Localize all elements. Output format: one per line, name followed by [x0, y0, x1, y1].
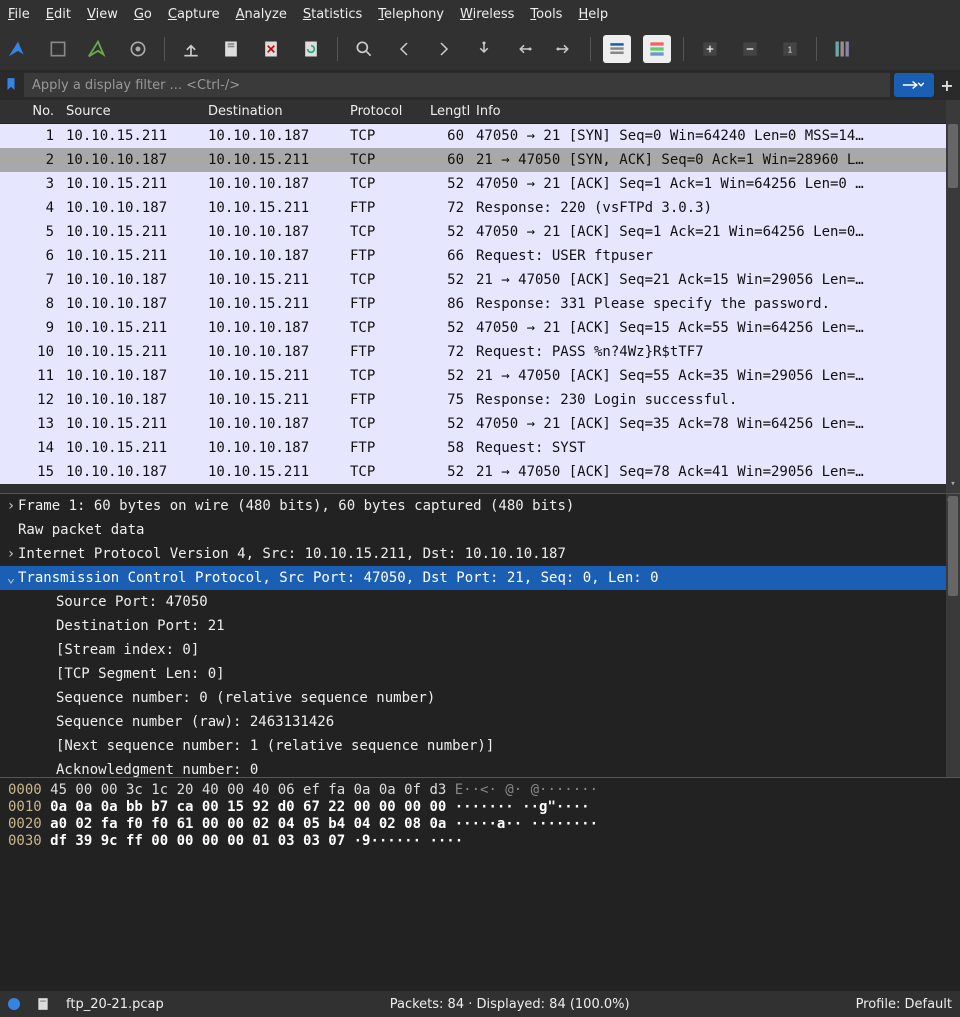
open-file-icon[interactable]	[177, 35, 205, 63]
col-header-info[interactable]: Info	[470, 104, 960, 119]
expert-info-icon[interactable]	[8, 998, 20, 1010]
hex-line: 0020 a0 02 fa f0 f0 61 00 00 02 04 05 b4…	[8, 816, 952, 833]
auto-scroll-icon[interactable]	[603, 35, 631, 63]
tree-item[interactable]: [Next sequence number: 1 (relative seque…	[0, 734, 960, 758]
tree-item[interactable]: Sequence number: 0 (relative sequence nu…	[0, 686, 960, 710]
display-filter-input[interactable]	[24, 73, 890, 97]
tree-item[interactable]: [Stream index: 0]	[0, 638, 960, 662]
packet-bytes[interactable]: 0000 45 00 00 3c 1c 20 40 00 40 06 ef fa…	[0, 777, 960, 991]
packet-list: No. Source Destination Protocol Lengtl I…	[0, 100, 960, 493]
svg-text:1: 1	[788, 45, 793, 54]
menu-telephony[interactable]: Telephony	[378, 7, 444, 22]
packet-row[interactable]: 1210.10.10.18710.10.15.211FTP75Response:…	[0, 388, 960, 412]
hex-line: 0000 45 00 00 3c 1c 20 40 00 40 06 ef fa…	[8, 782, 952, 799]
resize-columns-icon[interactable]	[829, 35, 857, 63]
tree-item[interactable]: ›Internet Protocol Version 4, Src: 10.10…	[0, 542, 960, 566]
packet-row[interactable]: 1010.10.15.21110.10.10.187FTP72Request: …	[0, 340, 960, 364]
packet-row[interactable]: 410.10.10.18710.10.15.211FTP72Response: …	[0, 196, 960, 220]
zoom-out-icon[interactable]	[736, 35, 764, 63]
capture-options-icon[interactable]	[124, 35, 152, 63]
col-header-no[interactable]: No.	[0, 104, 60, 119]
colorize-icon[interactable]	[643, 35, 671, 63]
zoom-in-icon[interactable]	[696, 35, 724, 63]
stop-capture-icon[interactable]	[44, 35, 72, 63]
add-filter-button[interactable]: +	[938, 76, 956, 94]
menu-file[interactable]: File	[8, 7, 30, 22]
tree-item[interactable]: Raw packet data	[0, 518, 960, 542]
expand-toggle-icon[interactable]: ›	[4, 546, 18, 562]
packet-count: Packets: 84 · Displayed: 84 (100.0%)	[390, 997, 630, 1012]
packet-row[interactable]: 1510.10.10.18710.10.15.211TCP5221 → 4705…	[0, 460, 960, 484]
tree-item[interactable]: Sequence number (raw): 2463131426	[0, 710, 960, 734]
expand-toggle-icon[interactable]: ⌄	[4, 570, 18, 586]
menu-edit[interactable]: Edit	[46, 7, 71, 22]
col-header-dest[interactable]: Destination	[202, 104, 344, 119]
details-scrollbar[interactable]: ▾	[946, 494, 960, 777]
packet-row[interactable]: 1110.10.10.18710.10.15.211TCP5221 → 4705…	[0, 364, 960, 388]
packet-row[interactable]: 710.10.10.18710.10.15.211TCP5221 → 47050…	[0, 268, 960, 292]
profile-label[interactable]: Profile: Default	[856, 997, 952, 1012]
menu-statistics[interactable]: Statistics	[303, 7, 362, 22]
last-packet-icon[interactable]	[550, 35, 578, 63]
packet-row[interactable]: 1410.10.15.21110.10.10.187FTP58Request: …	[0, 436, 960, 460]
zoom-reset-icon[interactable]: 1	[776, 35, 804, 63]
menu-analyze[interactable]: Analyze	[236, 7, 287, 22]
menu-wireless[interactable]: Wireless	[460, 7, 514, 22]
go-to-packet-icon[interactable]	[470, 35, 498, 63]
menu-go[interactable]: Go	[134, 7, 152, 22]
bookmark-icon[interactable]	[4, 75, 20, 95]
close-file-icon[interactable]	[257, 35, 285, 63]
packet-list-scrollbar[interactable]: ▾	[946, 100, 960, 493]
save-file-icon[interactable]	[217, 35, 245, 63]
packet-row[interactable]: 910.10.15.21110.10.10.187TCP5247050 → 21…	[0, 316, 960, 340]
packet-details: ›Frame 1: 60 bytes on wire (480 bits), 6…	[0, 493, 960, 777]
packet-row[interactable]: 1310.10.15.21110.10.10.187TCP5247050 → 2…	[0, 412, 960, 436]
hex-line: 0030 df 39 9c ff 00 00 00 00 01 03 03 07…	[8, 833, 952, 850]
col-header-source[interactable]: Source	[60, 104, 202, 119]
capture-file-icon[interactable]	[36, 996, 50, 1012]
filter-apply-button[interactable]	[894, 73, 934, 97]
packet-row[interactable]: 810.10.10.18710.10.15.211FTP86Response: …	[0, 292, 960, 316]
menu-view[interactable]: View	[87, 7, 118, 22]
toolbar: 1	[0, 28, 960, 70]
restart-capture-icon[interactable]	[84, 35, 112, 63]
reload-file-icon[interactable]	[297, 35, 325, 63]
statusbar: ftp_20-21.pcap Packets: 84 · Displayed: …	[0, 991, 960, 1017]
menu-tools[interactable]: Tools	[530, 7, 562, 22]
menu-capture[interactable]: Capture	[168, 7, 220, 22]
packet-row[interactable]: 510.10.15.21110.10.10.187TCP5247050 → 21…	[0, 220, 960, 244]
tree-item[interactable]: Acknowledgment number: 0	[0, 758, 960, 777]
tree-item[interactable]: ⌄Transmission Control Protocol, Src Port…	[0, 566, 960, 590]
go-forward-icon[interactable]	[430, 35, 458, 63]
filterbar: +	[0, 70, 960, 100]
col-header-proto[interactable]: Protocol	[344, 104, 424, 119]
tree-item[interactable]: [TCP Segment Len: 0]	[0, 662, 960, 686]
packet-row[interactable]: 110.10.15.21110.10.10.187TCP6047050 → 21…	[0, 124, 960, 148]
tree-item[interactable]: Source Port: 47050	[0, 590, 960, 614]
expand-toggle-icon[interactable]: ›	[4, 498, 18, 514]
packet-row[interactable]: 210.10.10.18710.10.15.211TCP6021 → 47050…	[0, 148, 960, 172]
packet-row[interactable]: 610.10.15.21110.10.10.187FTP66Request: U…	[0, 244, 960, 268]
hex-line: 0010 0a 0a 0a bb b7 ca 00 15 92 d0 67 22…	[8, 799, 952, 816]
menu-help[interactable]: Help	[578, 7, 608, 22]
capture-filename: ftp_20-21.pcap	[66, 997, 164, 1012]
tree-item[interactable]: Destination Port: 21	[0, 614, 960, 638]
packet-row[interactable]: 310.10.15.21110.10.10.187TCP5247050 → 21…	[0, 172, 960, 196]
menubar: File Edit View Go Capture Analyze Statistics Te…	[0, 0, 960, 28]
col-header-length[interactable]: Lengtl	[424, 104, 470, 119]
packet-list-header[interactable]: No. Source Destination Protocol Lengtl I…	[0, 100, 960, 124]
find-icon[interactable]	[350, 35, 378, 63]
tree-item[interactable]: ›Frame 1: 60 bytes on wire (480 bits), 6…	[0, 494, 960, 518]
go-back-icon[interactable]	[390, 35, 418, 63]
first-packet-icon[interactable]	[510, 35, 538, 63]
shark-fin-icon[interactable]	[4, 35, 32, 63]
